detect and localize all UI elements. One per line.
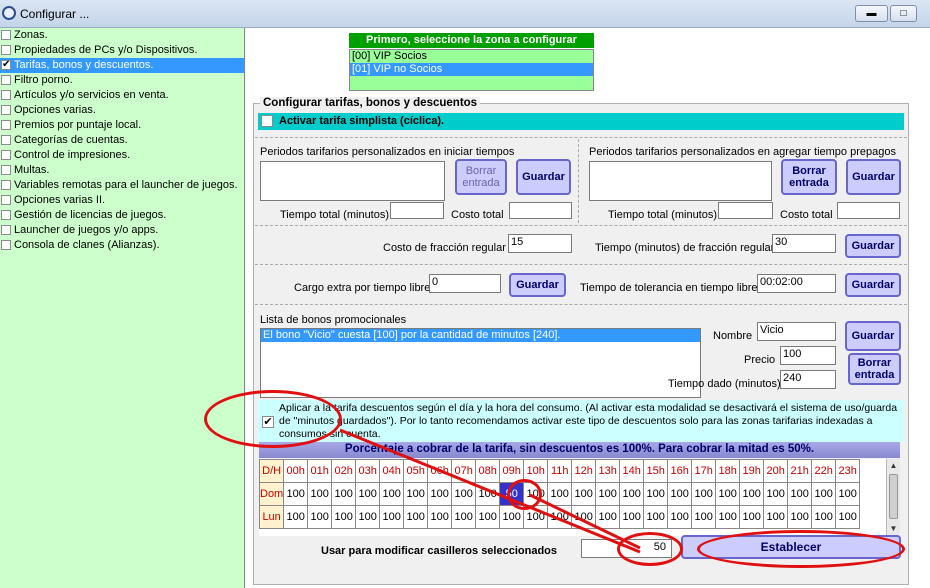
annotation-overlay <box>339 428 641 554</box>
annotation-circle <box>617 532 683 566</box>
annotation-arrow <box>339 428 641 554</box>
annotation-circle <box>697 530 905 568</box>
annotation-circle <box>507 479 542 510</box>
annotation-circle <box>204 390 342 448</box>
